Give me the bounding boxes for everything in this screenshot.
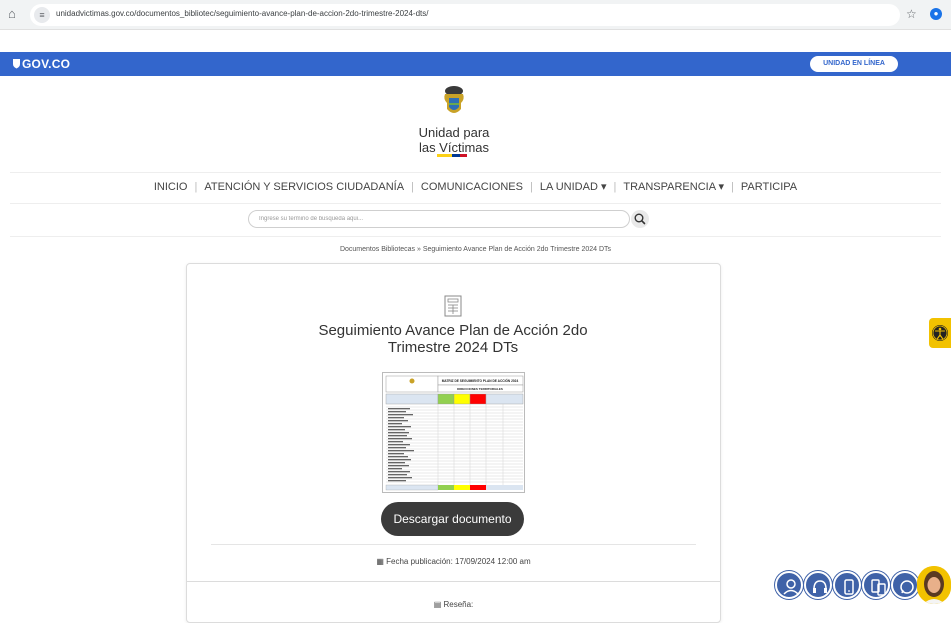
user-icon: [783, 579, 799, 595]
thumb-heading: MATRIZ DE SEGUIMIENTO PLAN DE ACCIÓN 202…: [442, 378, 519, 383]
browser-toolbar: ⌂ ≡ unidadvictimas.gov.co/documentos_bib…: [0, 0, 951, 30]
star-icon[interactable]: ☆: [906, 7, 917, 21]
download-document-button[interactable]: Descargar documento: [381, 502, 524, 536]
online-unit-button[interactable]: UNIDAD EN LÍNEA: [810, 56, 898, 72]
user-service-button[interactable]: [775, 571, 803, 599]
nav-item-comunicaciones[interactable]: COMUNICACIONES: [414, 181, 530, 193]
main-nav: INICIO | ATENCIÓN Y SERVICIOS CIUDADANÍA | C…: [0, 180, 951, 193]
review-section: ▤ Reseña:: [186, 600, 721, 609]
nav-top-divider: [10, 172, 941, 173]
calendar-icon: ▦: [376, 557, 387, 566]
brand-line-1: Unidad para: [418, 125, 490, 140]
support-service-button[interactable]: [804, 571, 832, 599]
coat-of-arms-icon[interactable]: [439, 85, 469, 119]
tune-icon[interactable]: ≡: [34, 7, 50, 23]
document-thumbnail[interactable]: MATRIZ DE SEGUIMIENTO PLAN DE ACCIÓN 202…: [382, 372, 525, 493]
publication-date-text: Fecha publicación: 17/09/2024 12:00 am: [386, 557, 531, 566]
mobile-service-button[interactable]: [833, 571, 861, 599]
nav-bottom-divider: [10, 203, 941, 204]
whatsapp-button[interactable]: [891, 571, 919, 599]
headset-icon: [813, 580, 827, 593]
shield-icon: [13, 59, 20, 69]
document-icon: [444, 295, 462, 317]
thumb-subheading: DIRECCIONES TERRITORIALES: [457, 387, 503, 391]
accessibility-icon: [932, 325, 948, 341]
spreadsheet-preview: MATRIZ DE SEGUIMIENTO PLAN DE ACCIÓN 202…: [383, 373, 524, 492]
gov-logo[interactable]: GOV.CO: [12, 57, 70, 71]
search-icon: [634, 213, 646, 225]
card-divider: [211, 544, 696, 545]
brand-line-2: las Víctimas: [418, 140, 490, 155]
nav-item-inicio[interactable]: INICIO: [147, 181, 195, 193]
review-label: Reseña:: [443, 600, 474, 609]
search-button[interactable]: [631, 210, 649, 228]
flag-stripe: [437, 154, 467, 157]
breadcrumb[interactable]: Documentos Bibliotecas » Seguimiento Ava…: [0, 246, 951, 253]
assistant-avatar-icon: [917, 566, 951, 604]
publication-date: ▦ Fecha publicación: 17/09/2024 12:00 am: [186, 557, 721, 566]
search-input[interactable]: [248, 210, 630, 228]
phone-icon: [844, 579, 854, 595]
nav-item-transparencia[interactable]: TRANSPARENCIA ▾: [616, 180, 731, 193]
url-text[interactable]: unidadvictimas.gov.co/documentos_bibliot…: [56, 9, 429, 18]
nav-item-la-unidad[interactable]: LA UNIDAD ▾: [533, 180, 614, 193]
brand-name[interactable]: Unidad para las Víctimas: [390, 125, 518, 155]
card-section-divider: [187, 581, 720, 582]
profile-icon[interactable]: ●: [930, 8, 942, 20]
home-icon[interactable]: ⌂: [8, 7, 22, 21]
gov-logo-text: GOV.CO: [22, 57, 71, 71]
nav-item-participa[interactable]: PARTICIPA: [734, 181, 804, 193]
search-divider: [10, 236, 941, 237]
assistant-avatar[interactable]: [917, 566, 951, 604]
devices-icon: [871, 579, 886, 596]
gov-header: GOV.CO UNIDAD EN LÍNEA: [0, 52, 951, 76]
address-bar[interactable]: ≡ unidadvictimas.gov.co/documentos_bibli…: [30, 4, 900, 26]
accessibility-button[interactable]: [929, 318, 951, 348]
document-title: Seguimiento Avance Plan de Acción 2do Tr…: [318, 322, 588, 356]
devices-service-button[interactable]: [862, 571, 890, 599]
nav-item-atencion[interactable]: ATENCIÓN Y SERVICIOS CIUDADANÍA: [197, 181, 411, 193]
